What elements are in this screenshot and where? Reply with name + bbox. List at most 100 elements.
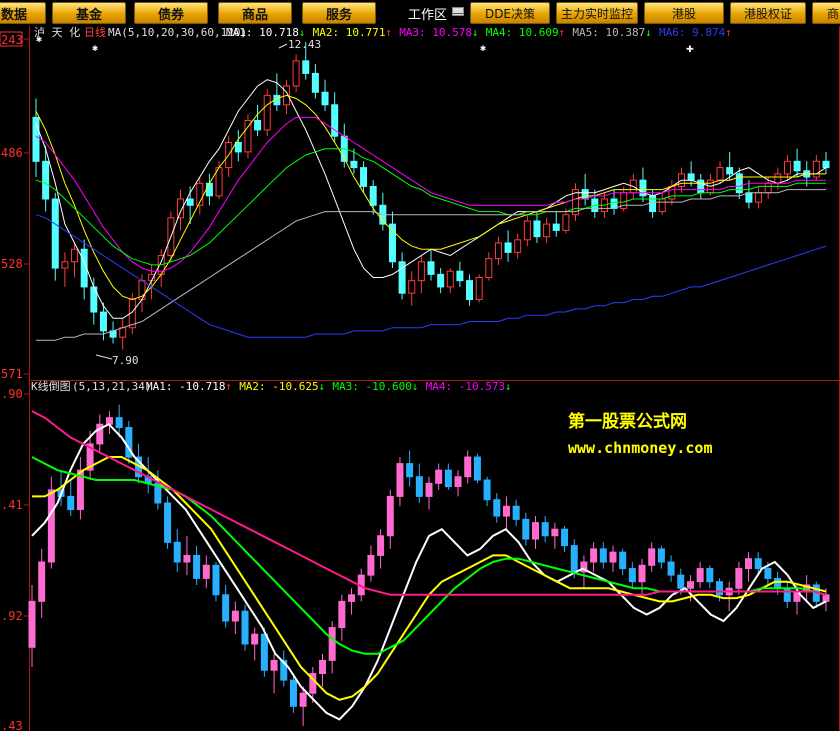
candle-body <box>244 120 252 153</box>
legend-ma4: MA4: 10.609 <box>486 26 559 39</box>
watermark-title: 第一股票公式网 <box>568 411 687 432</box>
nav-button-hk-warrant[interactable]: 港股权证 <box>730 2 806 24</box>
inv-candle-body <box>696 568 704 583</box>
inv-candle-body <box>715 581 723 596</box>
nav-button-main-force-monitor[interactable]: 主力实时监控 <box>556 2 638 24</box>
candle-body <box>311 72 319 93</box>
inv-candle-body <box>396 463 404 497</box>
legend-ma1: MA1: -10.718 <box>146 380 225 393</box>
inv-candle-body <box>677 574 685 589</box>
period-label: 日线 <box>84 26 106 39</box>
inv-candle-body <box>764 568 772 579</box>
legend-ma4: MA4: -10.573 <box>426 380 505 393</box>
workarea-label[interactable]: 工作区 <box>408 3 447 23</box>
inv-candle-body <box>348 594 356 602</box>
candle-body <box>822 160 830 169</box>
nav-button-data[interactable]: 数据 <box>0 2 46 24</box>
candle-body <box>649 195 657 213</box>
candle-body <box>427 261 435 275</box>
inv-candle-body <box>222 594 230 622</box>
sub-y-axis-labels: .90 .41 .92 .43 <box>1 387 29 731</box>
inv-candle-body <box>783 587 791 602</box>
inv-candle-body <box>599 548 607 563</box>
main-ma-lines <box>35 79 827 341</box>
legend-trend-arrow: ↓ <box>412 380 419 393</box>
inv-candle-body <box>522 518 530 540</box>
candle-body <box>42 160 50 200</box>
inv-candle-body <box>406 463 414 478</box>
legend-trend-arrow: ↓ <box>505 380 512 393</box>
inv-candle-body <box>202 564 210 579</box>
inv-candle-body <box>561 528 569 547</box>
sub-indicator-name: K线倒图 <box>31 379 71 393</box>
inv-candle-body <box>609 551 617 563</box>
inv-candle-body <box>657 548 665 563</box>
inv-candle-body <box>532 522 540 540</box>
legend-trend-arrow: ↑ <box>558 26 565 39</box>
inv-candle-body <box>686 581 694 589</box>
legend-trend-arrow: ↓ <box>472 26 479 39</box>
inv-candle-body <box>183 554 191 563</box>
candle-body <box>581 189 589 200</box>
candle-body <box>552 223 560 231</box>
inv-candle-body <box>241 610 249 645</box>
legend-ma2: MA2: 10.771 <box>313 26 386 39</box>
high-annotation-label: 12.43 <box>288 38 321 51</box>
candle-body <box>119 327 127 338</box>
sub-ma-legend: MA1: -10.718 ↑ MA2: -10.625 ↓ MA3: -10.600 ↓ M… <box>146 380 511 393</box>
candle-body <box>697 179 705 194</box>
watermark: 第一股票公式网 www.chnmoney.com <box>568 411 713 457</box>
inv-candle-body <box>251 633 259 645</box>
mail-icon[interactable] <box>452 7 464 16</box>
candle-body <box>302 60 310 74</box>
nav-button-dde[interactable]: DDE决策 <box>470 2 550 24</box>
sub-legend: K线倒图 (5,13,21,34) MA1: -10.718 ↑ MA2: -10.… <box>31 379 511 393</box>
candle-body <box>61 261 69 269</box>
candle-body <box>51 198 59 269</box>
candle-body <box>205 182 213 197</box>
main-y-tick-label: 243 <box>1 33 23 47</box>
inv-candle-body <box>464 456 472 478</box>
main-y-axis-labels: 243 486 528 571 <box>1 33 29 381</box>
candle-body <box>793 160 801 172</box>
nav-button-commodity[interactable]: 商品 <box>218 2 292 24</box>
legend-ma6: MA6: 9.874 <box>659 26 726 39</box>
nav-button-commodity-2[interactable]: 商品 <box>812 2 840 24</box>
nav-button-hk-stock[interactable]: 港股 <box>644 2 724 24</box>
nav-button-bond[interactable]: 债券 <box>134 2 208 24</box>
sub-y-tick-label: .41 <box>1 498 23 512</box>
candle-body <box>234 141 242 153</box>
legend-trend-arrow: ↑ <box>225 380 232 393</box>
inv-candle-body <box>338 600 346 629</box>
legend-trend-arrow: ↑ <box>385 26 392 39</box>
main-y-tick-label: 486 <box>1 146 23 160</box>
main-panel-frame <box>0 26 840 731</box>
sub-y-tick-label: .90 <box>1 387 23 401</box>
candle-body <box>456 270 464 282</box>
candle-body <box>254 120 262 131</box>
inv-candle-body <box>822 594 830 602</box>
candle-body <box>610 198 618 209</box>
main-y-tick-label: 528 <box>1 257 23 271</box>
event-plus-marker: ✚ <box>686 41 694 56</box>
inv-candle-body <box>570 545 578 573</box>
candle-body <box>408 280 416 294</box>
inv-candle-body <box>512 505 520 520</box>
low-annotation-leader <box>95 354 113 360</box>
candle-body <box>475 277 483 300</box>
inv-candle-body <box>212 564 220 596</box>
main-legend: 泸 天 化 日线 MA(5,10,20,30,60,120) MA1: 10.7… <box>34 26 732 39</box>
inv-candle-body <box>745 558 753 570</box>
candle-body <box>446 270 454 288</box>
inv-candle-body <box>164 502 172 543</box>
candle-body <box>466 280 474 300</box>
nav-button-fund[interactable]: 基金 <box>52 2 126 24</box>
candle-body <box>783 160 791 175</box>
sub-ma-lines <box>31 410 827 721</box>
event-star-marker: ✱ <box>92 43 98 54</box>
candle-body <box>755 192 763 203</box>
inv-candle-body <box>270 659 278 671</box>
nav-button-service[interactable]: 服务 <box>302 2 376 24</box>
inv-candle-body <box>444 469 452 488</box>
watermark-url: www.chnmoney.com <box>568 439 713 457</box>
